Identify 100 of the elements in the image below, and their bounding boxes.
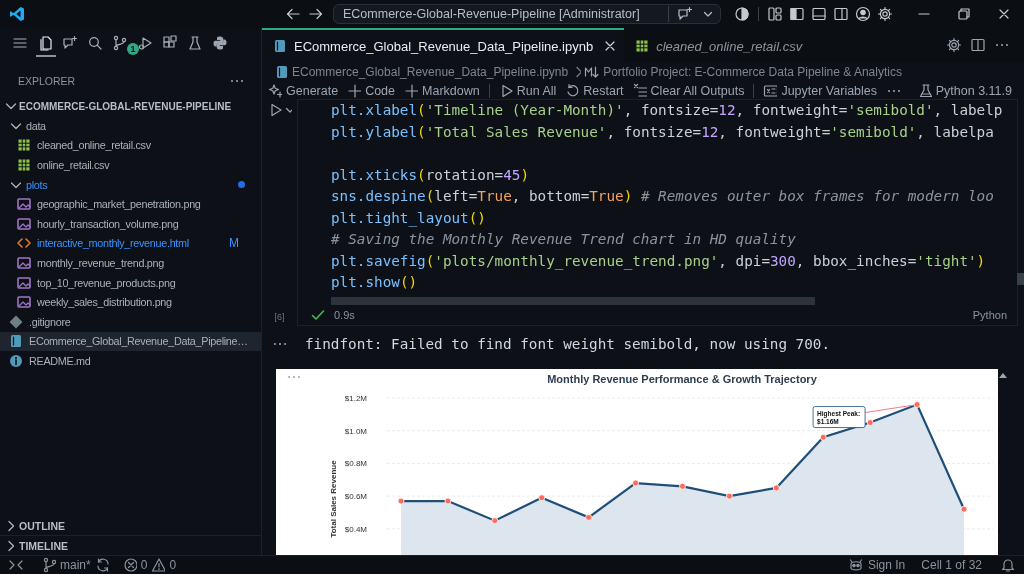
generate-button[interactable]: Generate	[268, 82, 339, 99]
kernel-picker[interactable]: Python 3.11.9	[917, 82, 1024, 99]
bell-icon[interactable]	[1000, 557, 1016, 573]
add-cell-button[interactable]: Code	[347, 82, 395, 99]
error-count[interactable]: 0	[140, 558, 148, 572]
tree-item[interactable]: README.md	[0, 351, 261, 371]
half-circle-icon[interactable]	[734, 6, 750, 22]
tree-item[interactable]: weekly_sales_distribution.png	[0, 292, 261, 312]
run-all-button[interactable]: Run All	[498, 82, 557, 99]
data-point	[444, 497, 452, 504]
grid-file-icon	[16, 157, 32, 173]
panel-title[interactable]: OUTLINE	[19, 519, 66, 532]
tab-title: ECommerce_Global_Revenue_Data_Pipeline.ipynb	[294, 38, 594, 54]
clear-icon	[632, 82, 647, 99]
file-name: online_retail.csv	[37, 159, 110, 171]
error-icon[interactable]	[122, 557, 137, 573]
notebook-icon	[274, 64, 288, 80]
code-line: plt.xticks(rotation=45)	[331, 165, 530, 185]
image-file-icon	[16, 274, 32, 291]
folder-name: plots	[26, 178, 48, 191]
sidebar-right-icon[interactable]	[833, 6, 849, 22]
robot-face-icon[interactable]	[847, 557, 864, 573]
files-icon[interactable]	[36, 33, 56, 57]
code-line: plt.xlabel('Timeline (Year-Month)', fontsize=12, fontweight='semibold', labelp	[331, 101, 1004, 120]
tree-item[interactable]: .gitignore	[0, 311, 261, 332]
plus-icon	[347, 82, 362, 99]
sparkle-icon	[268, 82, 282, 99]
breadcrumb-item[interactable]: ECommerce_Global_Revenue_Data_Pipeline.ipynb	[292, 65, 569, 79]
chat-icon[interactable]	[677, 6, 693, 22]
sign-in-link[interactable]: Sign In	[867, 558, 906, 572]
clear-outputs-button[interactable]: Clear All Outputs	[632, 82, 745, 99]
code-line: plt.savefig('plots/monthly_revenue_trend.png', dpi=300, bbox_inches='tight')	[331, 251, 987, 272]
tab-title: cleaned_online_retail.csv	[656, 38, 803, 54]
tree-item[interactable]: data	[0, 116, 261, 136]
editor-tab[interactable]: cleaned_online_retail.csv	[624, 28, 811, 62]
editor-tab[interactable]: ECommerce_Global_Revenue_Data_Pipeline.ipynb	[262, 28, 625, 62]
tree-item[interactable]: monthly_revenue_trend.png	[0, 253, 261, 273]
variables-button[interactable]: Jupyter Variables	[763, 82, 878, 99]
file-name: README.md	[29, 354, 91, 367]
tree-item[interactable]: plots	[0, 174, 261, 195]
project-name[interactable]: ECOMMERCE-GLOBAL-REVENUE-PIPELINE	[19, 100, 232, 112]
breadcrumb-item[interactable]: Portfolio Project: E-Commerce Data Pipeline & Analytics	[603, 65, 902, 79]
data-point	[679, 482, 686, 490]
restart-icon	[565, 82, 580, 99]
code-line: plt.tight_layout()	[331, 208, 487, 229]
branch-icon[interactable]	[42, 557, 56, 573]
layout-icon[interactable]	[767, 6, 783, 22]
data-point	[632, 479, 639, 486]
file-name: hourly_transaction_volume.png	[37, 217, 179, 230]
tree-item[interactable]: top_10_revenue_products.png	[0, 272, 261, 293]
tree-item[interactable]: ECommerce_Global_Revenue_Data_Pipeline…	[0, 331, 261, 352]
warning-count[interactable]: 0	[169, 558, 177, 572]
tree-item[interactable]: geographic_market_penetration.png	[0, 194, 261, 214]
panel-title[interactable]: TIMELINE	[19, 539, 68, 552]
execution-count: [6]	[274, 311, 285, 322]
axis-tick-label: $1.0M	[344, 426, 367, 436]
tree-item[interactable]: cleaned_online_retail.csv	[0, 135, 261, 156]
variables-icon	[763, 82, 778, 99]
back-arrow-icon[interactable]	[285, 6, 301, 22]
data-point	[772, 484, 780, 491]
cell-position[interactable]: Cell 1 of 32	[921, 558, 982, 572]
warning-icon[interactable]	[151, 557, 166, 573]
grid-file-icon	[16, 137, 32, 154]
cell-language[interactable]: Python	[972, 308, 1007, 321]
image-file-icon	[16, 254, 32, 271]
sync-icon[interactable]	[94, 557, 109, 573]
file-name: cleaned_online_retail.csv	[37, 139, 151, 152]
horizontal-scrollbar[interactable]	[331, 296, 815, 305]
data-point	[913, 400, 921, 408]
file-name: weekly_sales_distribution.png	[37, 296, 172, 309]
axis-tick-label: $0.4M	[344, 524, 367, 534]
command-center[interactable]: ECommerce-Global-Revenue-Pipeline [Administrator]	[333, 4, 721, 24]
add-cell-button[interactable]: Markdown	[404, 82, 480, 99]
axis-tick-label: $0.6M	[344, 491, 367, 501]
data-point	[397, 497, 405, 504]
panel-bottom-icon[interactable]	[811, 6, 827, 22]
tree-item[interactable]: hourly_transaction_volume.png	[0, 213, 261, 234]
sidebar-left-icon[interactable]	[789, 6, 805, 22]
tree-item[interactable]: online_retail.csv	[0, 155, 261, 175]
forward-arrow-icon[interactable]	[308, 6, 324, 22]
restart-button[interactable]: Restart	[565, 82, 624, 99]
restore-icon[interactable]	[956, 6, 972, 22]
data-point	[960, 505, 968, 513]
split-editor-icon[interactable]	[970, 37, 986, 53]
code-line: # Saving the Monthly Revenue Trend chart in HD quality	[331, 230, 797, 249]
file-name: monthly_revenue_trend.png	[37, 256, 164, 269]
file-name: .gitignore	[29, 315, 71, 328]
branch-name[interactable]: main*	[60, 558, 91, 572]
notebook-icon	[8, 333, 24, 350]
app-logo-icon	[9, 6, 25, 22]
settings-icon[interactable]	[877, 6, 893, 22]
tree-item[interactable]: interactive_monthly_revenue.html M	[0, 233, 261, 254]
grid-file-icon	[634, 38, 651, 54]
file-name: top_10_revenue_products.png	[37, 276, 176, 289]
account-icon[interactable]	[855, 6, 871, 22]
scrollbar-thumb[interactable]	[1017, 273, 1024, 285]
file-name: interactive_monthly_revenue.html	[37, 237, 189, 250]
axis-tick-label: $0.8M	[344, 458, 367, 468]
info-icon	[8, 352, 24, 369]
settings-icon[interactable]	[946, 37, 962, 53]
